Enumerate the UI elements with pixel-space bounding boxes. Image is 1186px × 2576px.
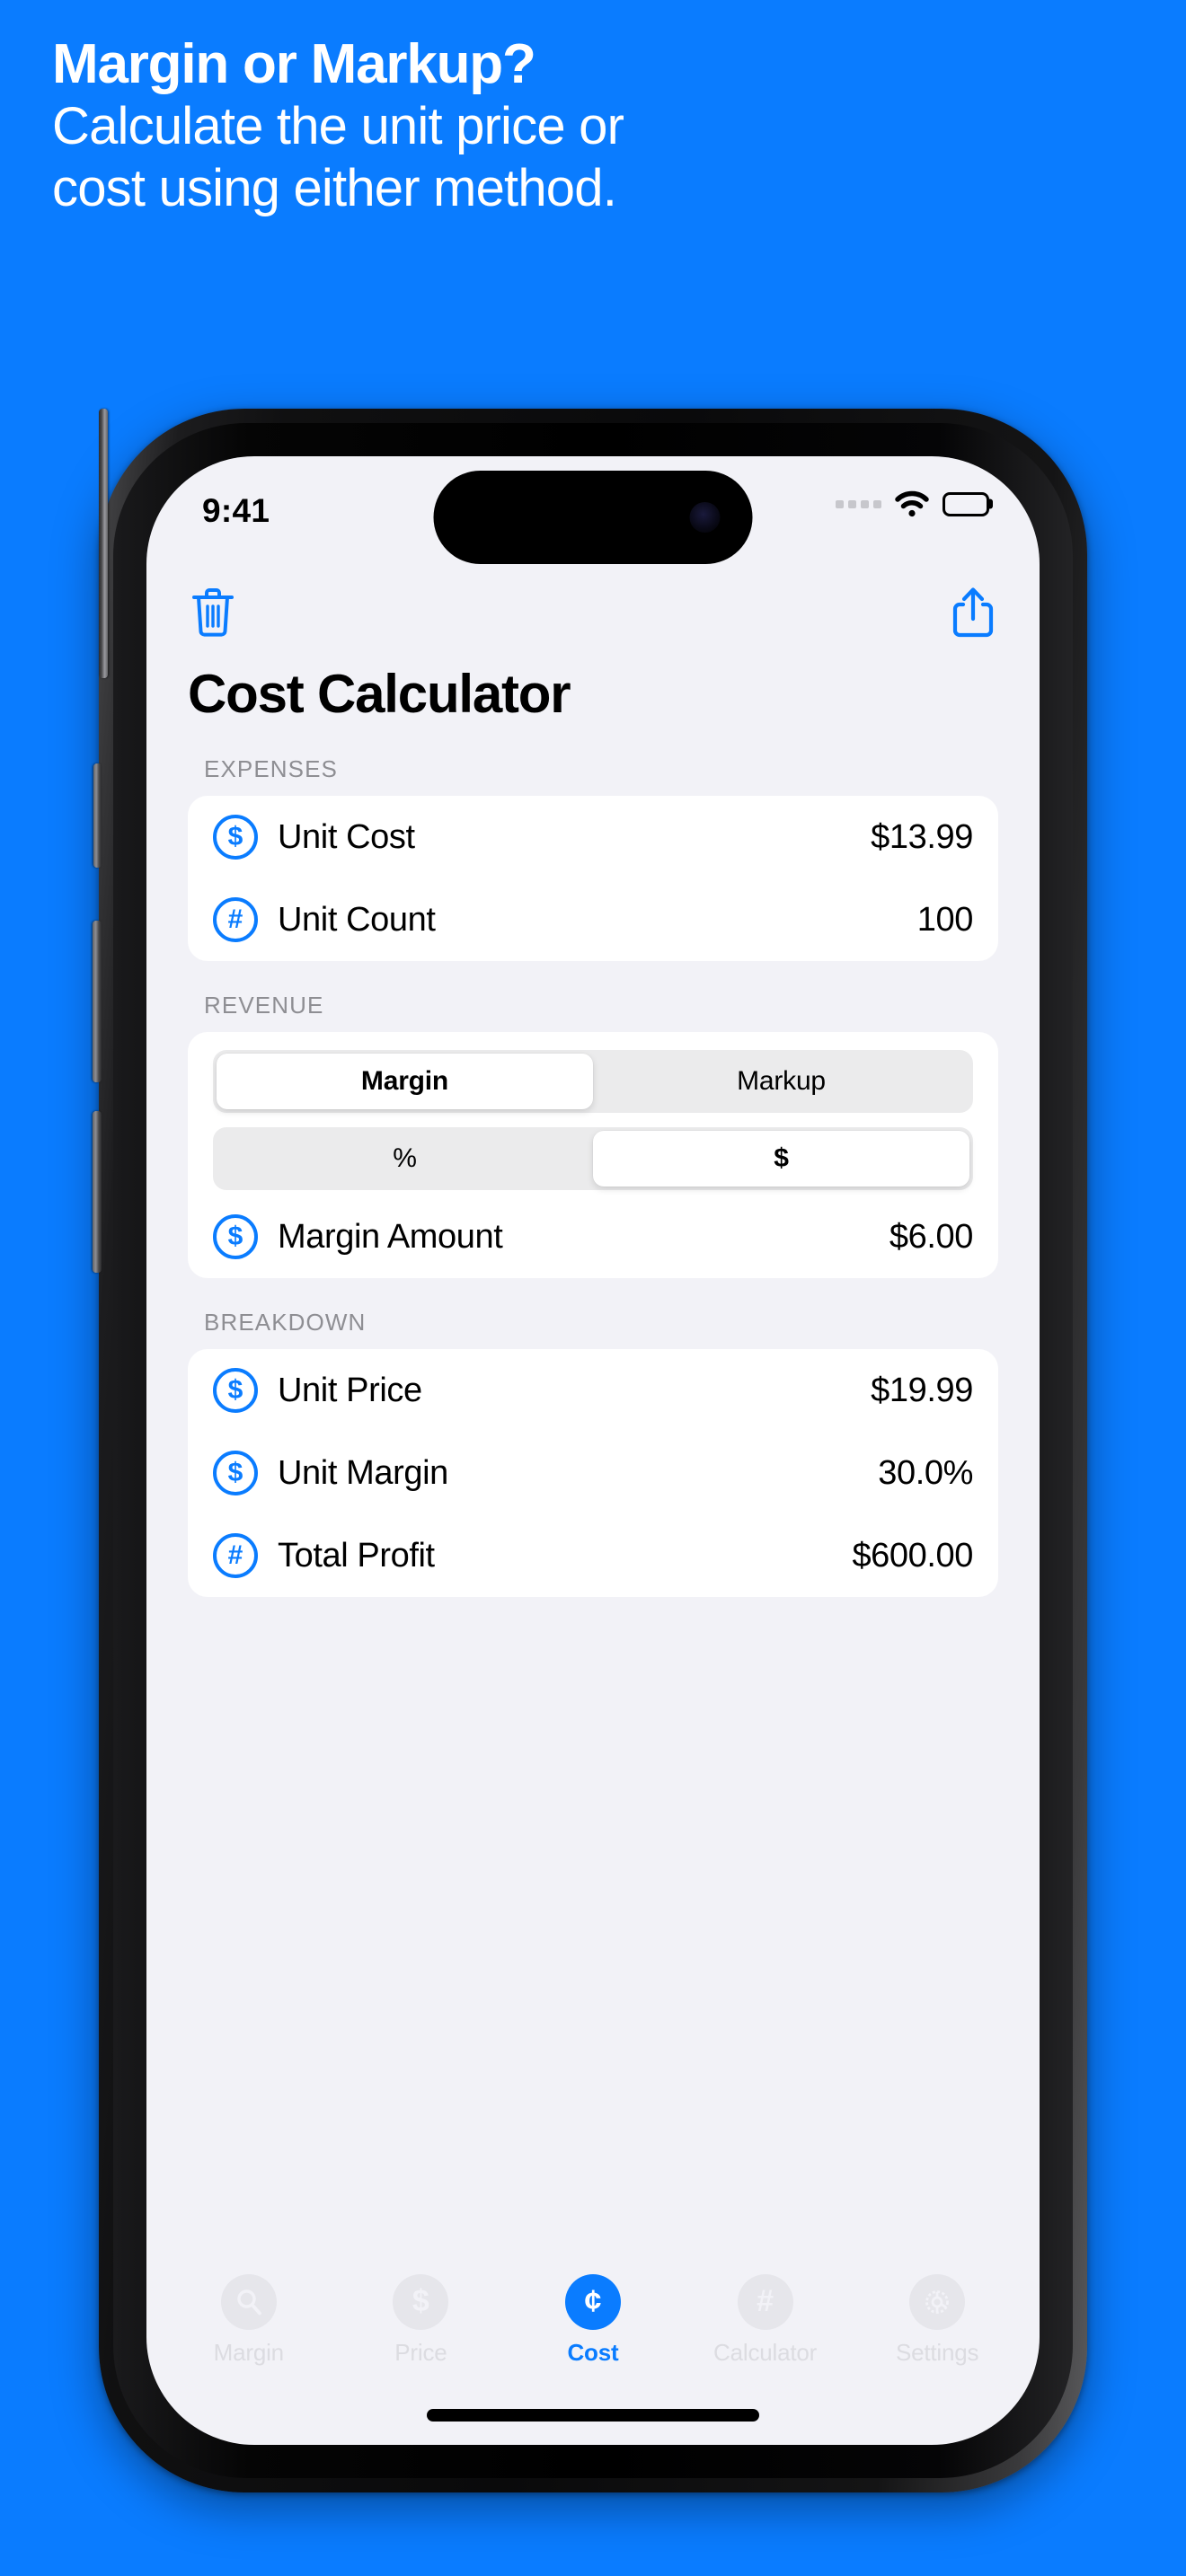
section-label-expenses: EXPENSES: [204, 755, 338, 782]
app-content: Cost Calculator EXPENSES $ Unit Cost $13…: [146, 560, 1040, 2445]
row-label: Unit Count: [278, 900, 436, 939]
unit-segmented-control[interactable]: % $: [213, 1127, 973, 1190]
table-row: $ Unit Margin 30.0%: [188, 1432, 998, 1514]
volume-down-button[interactable]: [93, 1111, 102, 1273]
dollar-icon: $: [393, 2273, 449, 2330]
home-indicator[interactable]: [427, 2409, 759, 2422]
revenue-card: Margin Markup % $ $ Margin Amount $6.00: [188, 1032, 998, 1278]
segment-percent[interactable]: %: [217, 1131, 593, 1187]
dollar-circle-icon: $: [213, 1368, 258, 1413]
phone-screen: 9:41 Cost Calculator EXPENSES $ Unit Cos…: [146, 456, 1040, 2445]
row-label: Unit Price: [278, 1371, 422, 1409]
tab-label: Settings: [895, 2338, 979, 2366]
breakdown-card: $ Unit Price $19.99 $ Unit Margin 30.0% …: [188, 1349, 998, 1597]
volume-up-button[interactable]: [93, 921, 102, 1082]
tab-label: Calculator: [713, 2338, 818, 2366]
hash-icon: #: [737, 2273, 793, 2330]
row-label: Margin Amount: [278, 1217, 503, 1256]
tab-settings[interactable]: Settings: [861, 2273, 1013, 2367]
expenses-card: $ Unit Cost $13.99 # Unit Count 100: [188, 796, 998, 961]
table-row[interactable]: # Unit Count 100: [188, 878, 998, 961]
row-value[interactable]: 100: [917, 901, 974, 940]
hash-circle-icon: #: [213, 897, 258, 942]
trash-icon[interactable]: [188, 585, 238, 640]
segment-markup[interactable]: Markup: [593, 1054, 969, 1109]
tab-label: Price: [394, 2338, 447, 2366]
status-bar-indicators: [836, 490, 989, 517]
method-segmented-control[interactable]: Margin Markup: [213, 1050, 973, 1113]
section-breakdown: BREAKDOWN $ Unit Price $19.99 $ Unit Mar…: [188, 1278, 998, 1597]
battery-icon: [943, 491, 989, 516]
row-value[interactable]: $6.00: [890, 1218, 973, 1257]
row-label: Unit Margin: [278, 1453, 448, 1492]
row-value[interactable]: $13.99: [871, 818, 973, 857]
tab-cost[interactable]: ¢ Cost: [517, 2273, 669, 2367]
wifi-icon: [894, 490, 930, 517]
dollar-circle-icon: $: [213, 1214, 258, 1259]
promo-title: Margin or Markup?: [52, 33, 536, 95]
share-icon[interactable]: [948, 585, 998, 640]
method-segmented-control-wrap: Margin Markup: [188, 1032, 998, 1113]
segment-dollar[interactable]: $: [593, 1131, 969, 1187]
promo-header: Margin or Markup? Calculate the unit pri…: [52, 33, 1112, 218]
section-revenue: REVENUE Margin Markup % $ $ Margin Amoun…: [188, 961, 998, 1278]
row-label: Unit Cost: [278, 817, 415, 856]
phone-mockup: 9:41 Cost Calculator EXPENSES $ Unit Cos…: [93, 409, 1087, 2492]
hash-circle-icon: #: [213, 1533, 258, 1578]
tab-bar: Margin $ Price ¢ Cost # Calculator Setti…: [146, 2253, 1040, 2387]
table-row[interactable]: $ Unit Cost $13.99: [188, 796, 998, 878]
table-row[interactable]: $ Margin Amount $6.00: [188, 1195, 998, 1278]
section-label-revenue: REVENUE: [204, 992, 324, 1019]
magnifier-icon: [220, 2273, 277, 2330]
promo-subtitle-line-1: Calculate the unit price or: [52, 97, 624, 156]
dollar-circle-icon: $: [213, 1451, 258, 1495]
unit-segmented-control-wrap: % $: [188, 1113, 998, 1195]
row-value: $19.99: [871, 1371, 973, 1409]
status-bar-time: 9:41: [202, 492, 270, 529]
page-title: Cost Calculator: [188, 664, 571, 724]
tab-label: Margin: [213, 2338, 284, 2366]
tab-margin[interactable]: Margin: [173, 2273, 325, 2367]
signal-dots-icon: [836, 499, 881, 508]
dynamic-island: [433, 471, 753, 564]
promo-subtitle-line-2: cost using either method.: [52, 159, 617, 218]
segment-margin[interactable]: Margin: [217, 1054, 593, 1109]
action-button[interactable]: [93, 763, 102, 868]
tab-calculator[interactable]: # Calculator: [689, 2273, 842, 2367]
power-button[interactable]: [99, 409, 108, 678]
phone-bezel: 9:41 Cost Calculator EXPENSES $ Unit Cos…: [113, 423, 1073, 2478]
app-toolbar: [188, 571, 998, 654]
tab-price[interactable]: $ Price: [344, 2273, 497, 2367]
table-row: $ Unit Price $19.99: [188, 1349, 998, 1432]
table-row: # Total Profit $600.00: [188, 1514, 998, 1597]
section-expenses: EXPENSES $ Unit Cost $13.99 # Unit Count…: [188, 725, 998, 961]
status-bar: 9:41: [146, 456, 1040, 564]
front-camera-icon: [689, 502, 721, 533]
cent-icon: ¢: [564, 2273, 621, 2330]
dollar-circle-icon: $: [213, 815, 258, 860]
row-value: 30.0%: [878, 1453, 973, 1492]
row-value: $600.00: [852, 1536, 973, 1575]
row-label: Total Profit: [278, 1536, 435, 1575]
gear-icon: [909, 2273, 966, 2330]
section-label-breakdown: BREAKDOWN: [204, 1309, 367, 1336]
tab-label: Cost: [567, 2338, 619, 2366]
